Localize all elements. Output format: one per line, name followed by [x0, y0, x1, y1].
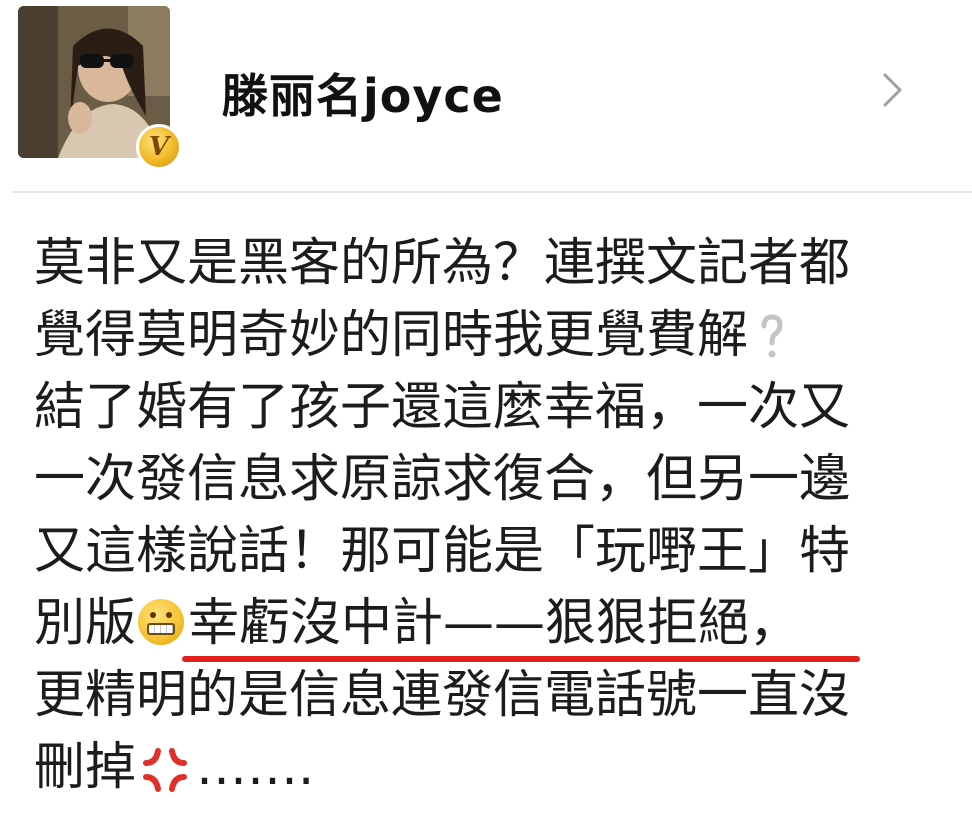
post-line-2-text: 覺得莫明奇妙的同時我更覺費解 [34, 306, 749, 365]
header-divider [12, 191, 972, 193]
post-line-5: 又這樣說話！那可能是「玩嘢王」特 [34, 522, 851, 581]
post-line-1: 莫非又是黑客的所為？連撰文記者都 [34, 234, 851, 293]
post-line-3: 結了婚有了孩子還這麼幸福，一次又 [34, 378, 851, 437]
post-line-4: 一次發信息求原諒求復合，但另一邊 [34, 450, 851, 509]
angry-symbol-icon [140, 743, 190, 793]
red-underline [182, 656, 861, 662]
post-line-7: 更精明的是信息連發信電話號一直沒 [34, 666, 851, 725]
post-line-6: 別版 幸虧沒中計——狠狠拒絕， [34, 588, 954, 662]
chevron-right-icon[interactable] [878, 70, 908, 110]
grinning-emoji-icon [138, 599, 185, 645]
post-body: 莫非又是黑客的所為？連撰文記者都 覺得莫明奇妙的同時我更覺費解 結了婚有了孩子還… [34, 228, 954, 804]
highlighted-phrase-text: 幸虧沒中計——狠狠拒絕， [188, 594, 801, 653]
verified-badge-letter: V [148, 132, 170, 162]
post-line-8: 刪掉 ……. [34, 732, 954, 804]
question-mark-icon [760, 310, 784, 358]
username[interactable]: 滕丽名joyce [222, 60, 504, 126]
post-line-2: 覺得莫明奇妙的同時我更覺費解 [34, 300, 954, 372]
highlighted-phrase: 幸虧沒中計——狠狠拒絕， [182, 588, 861, 662]
verified-badge-icon: V [136, 124, 182, 170]
post-line-8-suffix: ……. [196, 738, 315, 797]
profile-header[interactable]: V 滕丽名joyce [0, 0, 972, 190]
post-line-8-prefix: 刪掉 [34, 738, 137, 797]
post-line-6-prefix: 別版 [34, 594, 137, 653]
